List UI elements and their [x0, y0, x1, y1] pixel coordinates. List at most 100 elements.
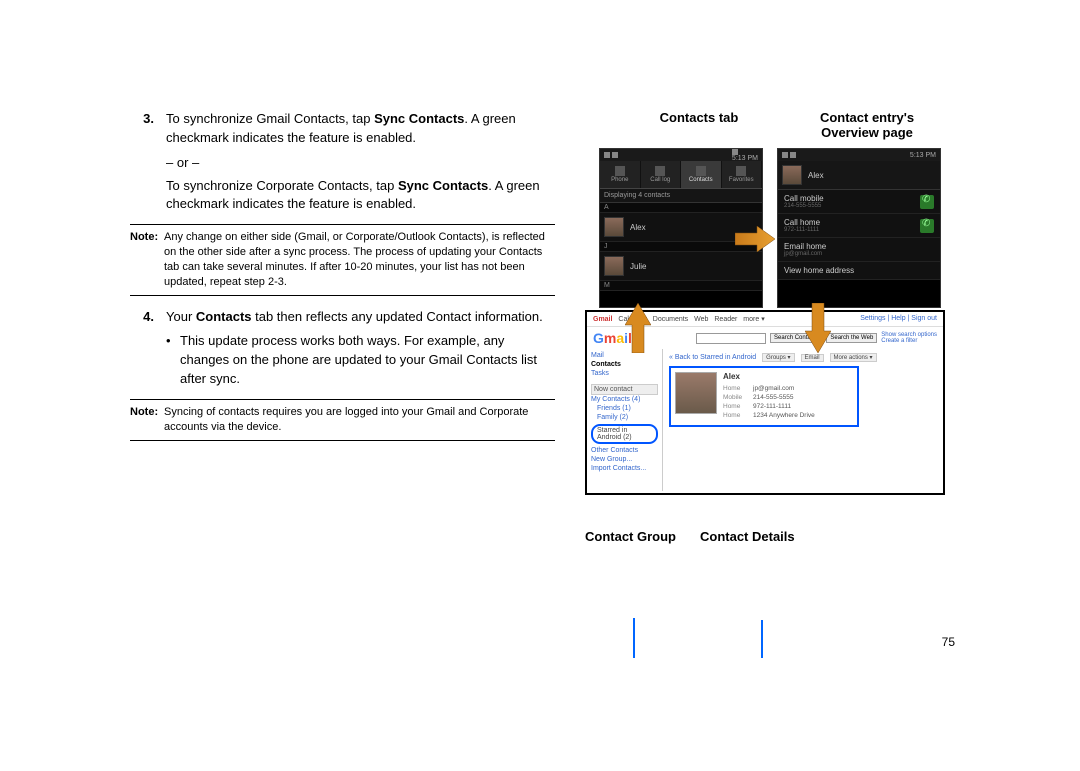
label: Email home: [784, 242, 826, 251]
step-4-bullet: • This update process works both ways. F…: [166, 332, 555, 389]
tab-bar: Phone Call log Contacts Favorites: [600, 161, 762, 189]
caption-contacts-tab: Contacts tab: [615, 110, 783, 140]
sidebar-starred-highlight: Starred in Android (2): [591, 424, 658, 444]
phone-overview: 5:13 PM Alex Call mobile214-555-5555 Cal…: [777, 148, 941, 308]
nav-item: more ▾: [743, 316, 764, 323]
note-2: Note: Syncing of contacts requires you a…: [130, 399, 555, 441]
text-column: 3. To synchronize Gmail Contacts, tap Sy…: [130, 110, 555, 544]
arrow-down: [625, 303, 651, 353]
search-input: [696, 333, 766, 344]
avatar: [782, 165, 802, 185]
sidebar-mycontacts: My Contacts (4): [591, 395, 658, 404]
back-link: « Back to Starred in Android: [669, 354, 756, 361]
text: Your: [166, 309, 196, 324]
contact-name: Alex: [808, 171, 824, 180]
label: View home address: [784, 266, 854, 275]
contact-name: Alex: [630, 223, 646, 232]
sidebar-friends: Friends (1): [591, 404, 658, 413]
label: Call home: [784, 218, 820, 227]
status-bar: 5:13 PM: [778, 149, 940, 161]
sidebar-newgroup: New Group...: [591, 455, 658, 464]
sync-contacts-bold: Sync Contacts: [398, 178, 488, 193]
step-body: To synchronize Gmail Contacts, tap Sync …: [166, 110, 555, 148]
avatar: [675, 372, 717, 414]
or-separator: – or –: [166, 154, 555, 173]
text: To synchronize Gmail Contacts, tap: [166, 111, 374, 126]
text: tab then reflects any updated Contact in…: [252, 309, 543, 324]
section-a: A: [600, 203, 762, 213]
search-tips: Show search options Create a filter: [881, 332, 937, 344]
step-number: 4.: [130, 308, 166, 327]
tab-contacts: Contacts: [681, 161, 722, 188]
step-body: Your Contacts tab then reflects any upda…: [166, 308, 555, 327]
contact-detail-highlight: Alex Homejp@gmail.com Mobile214-555-5555…: [669, 366, 859, 427]
sidebar-import: Import Contacts...: [591, 464, 658, 473]
arrow-right: [735, 226, 775, 252]
sidebar-family: Family (2): [591, 413, 658, 422]
email-btn: Email: [801, 354, 824, 362]
nav-item: Documents: [653, 316, 688, 323]
tab-phone: Phone: [600, 161, 641, 188]
detail-name: Alex: [723, 372, 853, 381]
sidebar-contacts: Contacts: [591, 360, 658, 369]
note-label: Note:: [130, 230, 164, 289]
search-web-btn: Search the Web: [826, 333, 877, 343]
contact-row-julie: Julie: [600, 252, 762, 281]
number: 972-111-1111: [784, 227, 820, 233]
phone-screenshots: 5:13 PM Phone Call log Contacts Favorite…: [585, 148, 955, 308]
email: jp@gmail.com: [784, 251, 826, 257]
phone-icon: [920, 219, 934, 233]
sidebar-new-contact: Now contact: [591, 384, 658, 395]
gmail-sidebar: Mail Contacts Tasks Now contact My Conta…: [587, 349, 663, 491]
tab-calllog: Call log: [641, 161, 682, 188]
caption-contact-group: Contact Group: [585, 529, 700, 544]
contacts-bold: Contacts: [196, 309, 252, 324]
avatar: [604, 256, 624, 276]
bullet-text: This update process works both ways. For…: [180, 332, 555, 389]
email-home-row: Email homejp@gmail.com: [778, 238, 940, 262]
detail-fields: Alex Homejp@gmail.com Mobile214-555-5555…: [723, 372, 853, 421]
bottom-captions: Contact Group Contact Details: [585, 495, 955, 544]
sync-contacts-bold: Sync Contacts: [374, 111, 464, 126]
bullet: •: [166, 332, 180, 389]
status-time: 5:13 PM: [910, 152, 936, 159]
step-number: 3.: [130, 110, 166, 148]
note-label: Note:: [130, 405, 164, 435]
gmail-main: « Back to Starred in Android Groups ▾ Em…: [663, 349, 943, 491]
sidebar-tasks: Tasks: [591, 369, 658, 378]
displaying-count: Displaying 4 contacts: [600, 189, 762, 203]
gmail-body: Mail Contacts Tasks Now contact My Conta…: [587, 349, 943, 491]
top-right-links: Settings | Help | Sign out: [860, 315, 937, 323]
note-text: Any change on either side (Gmail, or Cor…: [164, 230, 555, 289]
contact-header: Alex: [778, 161, 940, 190]
caption-contact-details: Contact Details: [700, 529, 795, 544]
top-captions: Contacts tab Contact entry's Overview pa…: [585, 110, 955, 148]
caption-line2: Overview page: [821, 125, 913, 140]
text: To synchronize Corporate Contacts, tap: [166, 178, 398, 193]
status-time: 5:13 PM: [732, 149, 758, 162]
figure-column: Contacts tab Contact entry's Overview pa…: [585, 110, 955, 544]
step-4: 4. Your Contacts tab then reflects any u…: [130, 308, 555, 327]
number: 214-555-5555: [784, 203, 824, 209]
contact-name: Julie: [630, 262, 646, 271]
note-1: Note: Any change on either side (Gmail, …: [130, 224, 555, 295]
nav-gmail: Gmail: [593, 316, 612, 323]
sidebar-other: Other Contacts: [591, 446, 658, 455]
back-row: « Back to Starred in Android Groups ▾ Em…: [669, 353, 937, 362]
caption-overview: Contact entry's Overview page: [783, 110, 951, 140]
call-home-row: Call home972-111-1111: [778, 214, 940, 238]
step-3: 3. To synchronize Gmail Contacts, tap Sy…: [130, 110, 555, 148]
call-mobile-row: Call mobile214-555-5555: [778, 190, 940, 214]
status-bar: 5:13 PM: [600, 149, 762, 161]
nav-item: Web: [694, 316, 708, 323]
note-text: Syncing of contacts requires you are log…: [164, 405, 555, 435]
phone-icon: [920, 195, 934, 209]
callout-line: [761, 620, 763, 658]
arrow-down: [805, 303, 831, 353]
label: Call mobile: [784, 194, 824, 203]
groups-btn: Groups ▾: [762, 353, 794, 362]
time: 5:13 PM: [910, 152, 936, 159]
corporate-para: To synchronize Corporate Contacts, tap S…: [166, 177, 555, 215]
more-btn: More actions ▾: [830, 353, 877, 362]
caption-line1: Contact entry's: [820, 110, 914, 125]
